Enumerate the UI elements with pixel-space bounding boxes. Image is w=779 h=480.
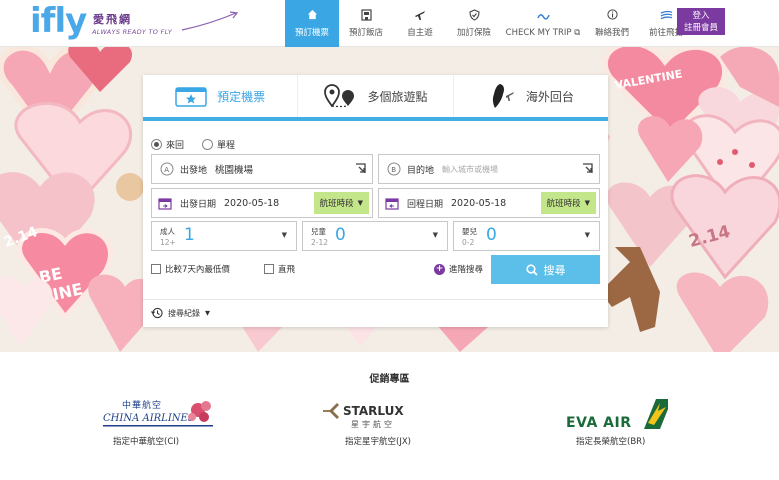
infant-count-select[interactable]: 嬰兒 0-2 0 ▼ <box>453 221 600 251</box>
plane-icon <box>414 8 427 21</box>
starlux-logo-mark: STARLUX 星宇航空 <box>323 403 404 429</box>
main-nav: 預訂機票 預訂飯店 自主遊 加訂保險 CHECK MY TRIP ⧉ 聯絡我們 … <box>285 0 693 47</box>
nav-book-flights[interactable]: 預訂機票 <box>285 0 339 47</box>
return-date-field[interactable]: 回程日期 2020-05-18 航班時段 ▼ <box>378 188 600 218</box>
home-icon <box>306 8 319 21</box>
hotel-icon <box>360 8 373 21</box>
logo-slogan: ALWAYS READY TO FLY <box>92 28 173 36</box>
origin-picker-icon[interactable] <box>355 163 366 174</box>
svg-text:EVA AIR: EVA AIR <box>566 415 631 431</box>
nav-check-my-trip[interactable]: CHECK MY TRIP ⧉ <box>501 0 585 47</box>
depart-date-field[interactable]: 出發日期 2020-05-18 航班時段 ▼ <box>151 188 373 218</box>
svg-text:A: A <box>164 166 169 174</box>
starlux-logo[interactable]: STARLUX 星宇航空 <box>296 397 446 435</box>
chevron-down-icon: ▼ <box>281 231 287 239</box>
logo-chinese: 愛飛網 <box>93 13 132 26</box>
chevron-down-icon: ▼ <box>205 309 210 317</box>
depart-calendar-icon <box>158 197 172 210</box>
nav-self-tour[interactable]: 自主遊 <box>393 0 447 47</box>
search-icon <box>525 263 538 276</box>
check-my-trip-label: CHECK MY TRIP ⧉ <box>505 28 581 38</box>
svg-text:中華航空: 中華航空 <box>122 399 162 411</box>
svg-text:CHINA AIRLINES: CHINA AIRLINES <box>103 413 195 424</box>
ticket-icon <box>175 85 207 107</box>
chevron-down-icon: ▼ <box>432 231 438 239</box>
chevron-down-icon: ▼ <box>584 199 590 207</box>
ifly-logo[interactable]: ifly 愛飛網 ALWAYS READY TO FLY <box>30 1 239 44</box>
search-button[interactable]: 搜尋 <box>491 255 600 284</box>
info-icon <box>606 8 619 21</box>
adult-count-select[interactable]: 成人 12+ 1 ▼ <box>151 221 297 251</box>
tab-return-to-taiwan[interactable]: 海外回台 <box>454 75 608 117</box>
china-airlines-logo-mark: 中華航空 CHINA AIRLINES <box>103 399 213 427</box>
advanced-search-link[interactable]: + 進階搜尋 <box>434 263 483 275</box>
eva-air-caption[interactable]: 指定長榮航空(BR) <box>576 435 645 447</box>
china-airlines-caption[interactable]: 指定中華航空(CI) <box>113 435 179 447</box>
one-way-radio[interactable] <box>202 139 214 150</box>
promo-section-title: 促銷專區 <box>369 374 410 385</box>
eva-air-logo[interactable]: EVA AIR <box>533 397 683 435</box>
search-history-toggle[interactable]: 搜尋紀錄 ▼ <box>151 307 210 319</box>
origin-field[interactable]: A 出發地 桃園機場 <box>151 154 373 184</box>
multi-pin-icon <box>323 84 357 108</box>
trip-icon <box>536 10 550 23</box>
login-register-button[interactable]: 登入 註冊會員 <box>677 8 725 35</box>
svg-text:B: B <box>391 166 396 174</box>
nav-insurance[interactable]: 加訂保險 <box>447 0 501 47</box>
plus-icon: + <box>434 263 445 275</box>
origin-pin-icon: A <box>160 162 174 176</box>
trip-type-group: 來回 單程 <box>151 138 253 151</box>
depart-time-slot-dropdown[interactable]: 航班時段 ▼ <box>313 192 369 214</box>
hero-banner: BE MINE 2.14 VALENTINE 2.14 LOVE <box>0 47 779 352</box>
flight-search-panel: 預定機票 多個旅遊點 海外回台 來回 單程 A 出發地 桃園機場 B 目的地 輸… <box>143 75 608 327</box>
child-count-select[interactable]: 兒童 2-12 0 ▼ <box>302 221 448 251</box>
eva-air-logo-mark: EVA AIR <box>566 399 672 431</box>
direct-flight-checkbox[interactable] <box>264 264 274 274</box>
logo-arrow-icon <box>181 11 239 31</box>
nav-contact-us[interactable]: 聯絡我們 <box>585 0 639 47</box>
history-icon <box>151 307 163 319</box>
compare-7-days-checkbox[interactable] <box>151 264 161 274</box>
chevron-down-icon: ▼ <box>357 199 363 207</box>
destination-pin-icon: B <box>387 162 401 176</box>
return-calendar-icon <box>385 197 399 210</box>
nav-book-hotel[interactable]: 預訂飯店 <box>339 0 393 47</box>
shield-icon <box>468 8 481 21</box>
destination-field[interactable]: B 目的地 輸入城市或機場 <box>378 154 600 184</box>
compare-7-days-option[interactable]: 比較7天內最低價 <box>151 263 230 275</box>
tab-book-flights[interactable]: 預定機票 <box>143 75 299 117</box>
panel-divider <box>143 299 608 300</box>
search-tabs: 預定機票 多個旅遊點 海外回台 <box>143 75 608 121</box>
starlux-caption[interactable]: 指定星宇航空(JX) <box>345 435 411 447</box>
destination-picker-icon[interactable] <box>582 163 593 174</box>
external-link-icon: ⧉ <box>574 28 581 38</box>
round-trip-radio[interactable] <box>151 139 162 150</box>
chevron-down-icon: ▼ <box>584 231 590 239</box>
wave-icon <box>660 8 673 21</box>
logo-wordmark: ifly <box>30 1 87 41</box>
site-header: ifly 愛飛網 ALWAYS READY TO FLY 預訂機票 預訂飯店 自… <box>0 0 779 47</box>
return-time-slot-dropdown[interactable]: 航班時段 ▼ <box>540 192 596 214</box>
svg-text:星宇航空: 星宇航空 <box>351 419 395 429</box>
svg-text:STARLUX: STARLUX <box>343 404 404 418</box>
china-airlines-logo[interactable]: 中華航空 CHINA AIRLINES <box>83 397 233 435</box>
direct-flight-option[interactable]: 直飛 <box>264 263 295 275</box>
taiwan-icon <box>488 83 516 109</box>
tab-multi-city[interactable]: 多個旅遊點 <box>298 75 454 117</box>
